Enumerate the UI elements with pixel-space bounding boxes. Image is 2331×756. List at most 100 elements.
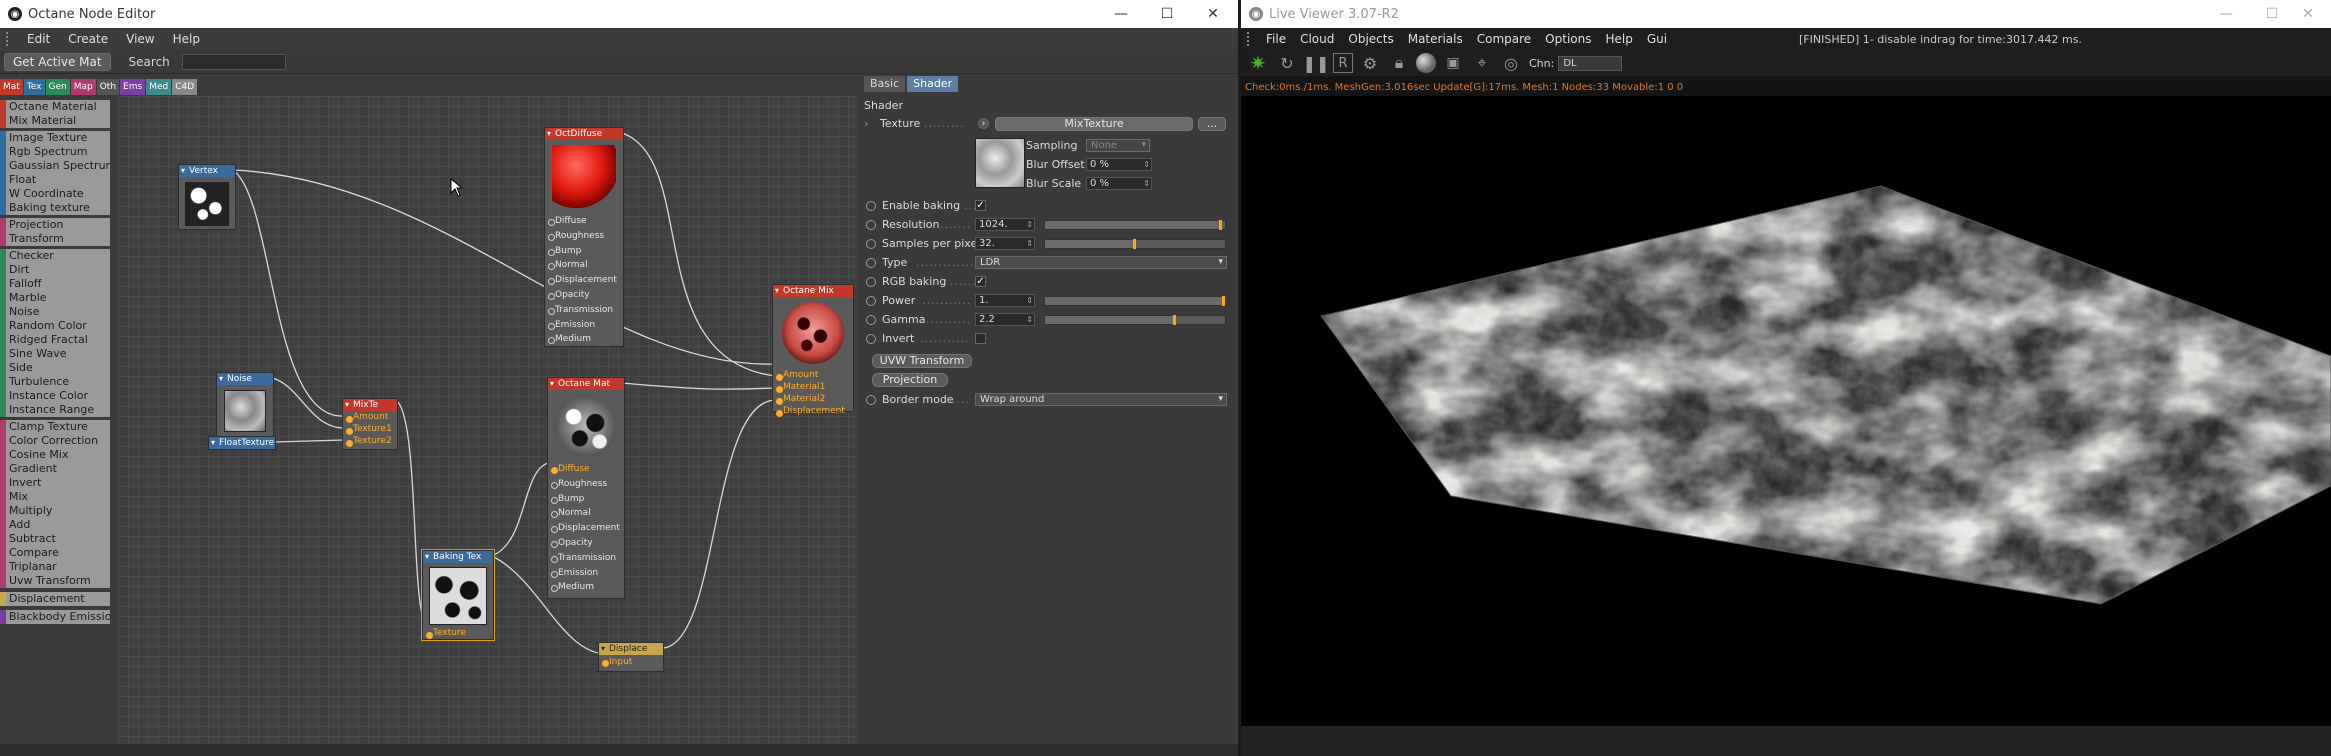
menu-edit[interactable]: Edit: [18, 32, 59, 46]
node-list-item-gaussian-spectrum[interactable]: Gaussian Spectrum: [0, 159, 110, 173]
node-float-texture[interactable]: FloatTexture: [208, 436, 276, 450]
lv-minimize-icon[interactable]: —: [2203, 0, 2249, 28]
octane-mix-port-material1[interactable]: Material1: [773, 381, 853, 393]
mixte-port-texture1[interactable]: Texture1: [343, 423, 397, 435]
node-list-item-triplanar[interactable]: Triplanar: [0, 560, 110, 574]
mixte-port-texture2[interactable]: Texture2: [343, 435, 397, 447]
pick-material-icon[interactable]: ◎: [1499, 51, 1523, 75]
node-list-item-sine-wave[interactable]: Sine Wave: [0, 347, 110, 361]
resolution-field[interactable]: 1024.: [975, 218, 1035, 231]
node-list-item-color-correction[interactable]: Color Correction: [0, 434, 110, 448]
node-list-item-image-texture[interactable]: Image Texture: [0, 131, 110, 145]
search-input[interactable]: [181, 53, 286, 70]
gamma-anim-icon[interactable]: [866, 315, 876, 325]
rgb-baking-checkbox[interactable]: ✓: [975, 276, 986, 287]
octane-mat-port-transmission[interactable]: Transmission: [548, 551, 624, 566]
octdiffuse-port-bump[interactable]: Bump: [545, 244, 623, 259]
material-ball-icon[interactable]: [1416, 53, 1436, 73]
render-viewport[interactable]: [1241, 96, 2331, 726]
node-list-item-falloff[interactable]: Falloff: [0, 277, 110, 291]
samples-anim-icon[interactable]: [866, 239, 876, 249]
node-list-item-gradient[interactable]: Gradient: [0, 462, 110, 476]
node-list-item-side[interactable]: Side: [0, 361, 110, 375]
node-octane-mat[interactable]: Octane Mat DiffuseRoughnessBumpNormalDis…: [547, 377, 625, 599]
node-noise[interactable]: Noise: [216, 372, 274, 438]
node-list-item-checker[interactable]: Checker: [0, 249, 110, 263]
lv-menu-options[interactable]: Options: [1538, 32, 1598, 46]
octane-mix-port-amount[interactable]: Amount: [773, 369, 853, 381]
octane-mat-port-diffuse[interactable]: Diffuse: [548, 462, 624, 477]
node-octane-mix[interactable]: Octane Mix Amount Material1 Material2 Di…: [772, 284, 854, 417]
lv-menu-help[interactable]: Help: [1598, 32, 1639, 46]
node-vertex[interactable]: Vertex: [178, 164, 236, 230]
power-field[interactable]: 1.: [975, 294, 1035, 307]
node-list-item-marble[interactable]: Marble: [0, 291, 110, 305]
type-dropdown[interactable]: LDR: [975, 256, 1227, 269]
resolution-slider[interactable]: [1044, 220, 1226, 230]
pick-focus-icon[interactable]: ⌖: [1470, 51, 1494, 75]
invert-anim-icon[interactable]: [866, 334, 876, 344]
texture-link-icon[interactable]: ›: [978, 118, 989, 129]
samples-field[interactable]: 32.: [975, 237, 1035, 250]
menu-help[interactable]: Help: [164, 32, 209, 46]
node-list-item-mix[interactable]: Mix: [0, 490, 110, 504]
lv-menu-materials[interactable]: Materials: [1401, 32, 1470, 46]
tab-shader[interactable]: Shader: [907, 76, 959, 92]
power-anim-icon[interactable]: [866, 296, 876, 306]
close-icon[interactable]: ✕: [1190, 0, 1236, 28]
gamma-field[interactable]: 2.2: [975, 313, 1035, 326]
node-list-item-ridged-fractal[interactable]: Ridged Fractal: [0, 333, 110, 347]
node-list-item-subtract[interactable]: Subtract: [0, 532, 110, 546]
texture-expand-icon[interactable]: ›: [864, 116, 868, 132]
get-active-mat-button[interactable]: Get Active Mat: [4, 52, 111, 71]
lv-close-icon[interactable]: ✕: [2285, 0, 2331, 28]
minimize-icon[interactable]: —: [1098, 0, 1144, 28]
projection-button[interactable]: Projection: [872, 373, 948, 387]
sampling-dropdown[interactable]: None: [1086, 139, 1150, 152]
category-tab-c4d[interactable]: C4D: [172, 79, 198, 95]
node-editor-scrollbar[interactable]: [0, 744, 1238, 756]
invert-checkbox[interactable]: [975, 333, 986, 344]
mixte-port-amount[interactable]: Amount: [343, 411, 397, 423]
border-mode-anim-icon[interactable]: [866, 395, 876, 405]
octane-mat-port-medium[interactable]: Medium: [548, 580, 624, 595]
uvw-transform-button[interactable]: UVW Transform: [872, 354, 972, 368]
settings-icon[interactable]: ⚙: [1358, 51, 1382, 75]
node-list-item-cosine-mix[interactable]: Cosine Mix: [0, 448, 110, 462]
lv-menu-compare[interactable]: Compare: [1470, 32, 1538, 46]
node-list-item-displacement[interactable]: Displacement: [0, 592, 110, 606]
enable-baking-anim-icon[interactable]: [866, 201, 876, 211]
node-list-item-mix-material[interactable]: Mix Material: [0, 114, 110, 128]
lv-menu-objects[interactable]: Objects: [1341, 32, 1400, 46]
lv-menu-cloud[interactable]: Cloud: [1293, 32, 1341, 46]
node-octdiffuse[interactable]: OctDiffuse DiffuseRoughnessBumpNormalDis…: [544, 127, 624, 347]
enable-baking-checkbox[interactable]: ✓: [975, 200, 986, 211]
node-list-item-random-color[interactable]: Random Color: [0, 319, 110, 333]
node-list-item-w-coordinate[interactable]: W Coordinate: [0, 187, 110, 201]
category-tab-map[interactable]: Map: [70, 79, 96, 95]
node-list-item-float[interactable]: Float: [0, 173, 110, 187]
restart-icon[interactable]: ↻: [1275, 51, 1299, 75]
render-start-icon[interactable]: ✷: [1246, 51, 1270, 75]
node-list-item-octane-material[interactable]: Octane Material: [0, 100, 110, 114]
type-anim-icon[interactable]: [866, 258, 876, 268]
lv-menu-file[interactable]: File: [1259, 32, 1293, 46]
octane-mat-port-roughness[interactable]: Roughness: [548, 477, 624, 492]
node-list-item-instance-color[interactable]: Instance Color: [0, 389, 110, 403]
tab-basic[interactable]: Basic: [864, 76, 906, 92]
menu-create[interactable]: Create: [59, 32, 117, 46]
texture-value-button[interactable]: MixTexture: [995, 117, 1193, 131]
node-list-item-uvw-transform[interactable]: Uvw Transform: [0, 574, 110, 588]
octdiffuse-port-normal[interactable]: Normal: [545, 258, 623, 273]
node-mixte[interactable]: MixTe Amount Texture1 Texture2: [342, 398, 398, 450]
node-list-item-compare[interactable]: Compare: [0, 546, 110, 560]
octdiffuse-port-medium[interactable]: Medium: [545, 332, 623, 347]
gamma-slider[interactable]: [1044, 315, 1226, 325]
baking-tex-port-texture[interactable]: Texture: [423, 627, 493, 639]
displace-port-input[interactable]: Input: [599, 655, 663, 669]
node-list-item-instance-range[interactable]: Instance Range: [0, 403, 110, 417]
region-render-icon[interactable]: R: [1333, 53, 1353, 73]
octane-mat-port-bump[interactable]: Bump: [548, 492, 624, 507]
channel-dropdown[interactable]: DL: [1558, 55, 1623, 71]
node-list-item-transform[interactable]: Transform: [0, 232, 110, 246]
